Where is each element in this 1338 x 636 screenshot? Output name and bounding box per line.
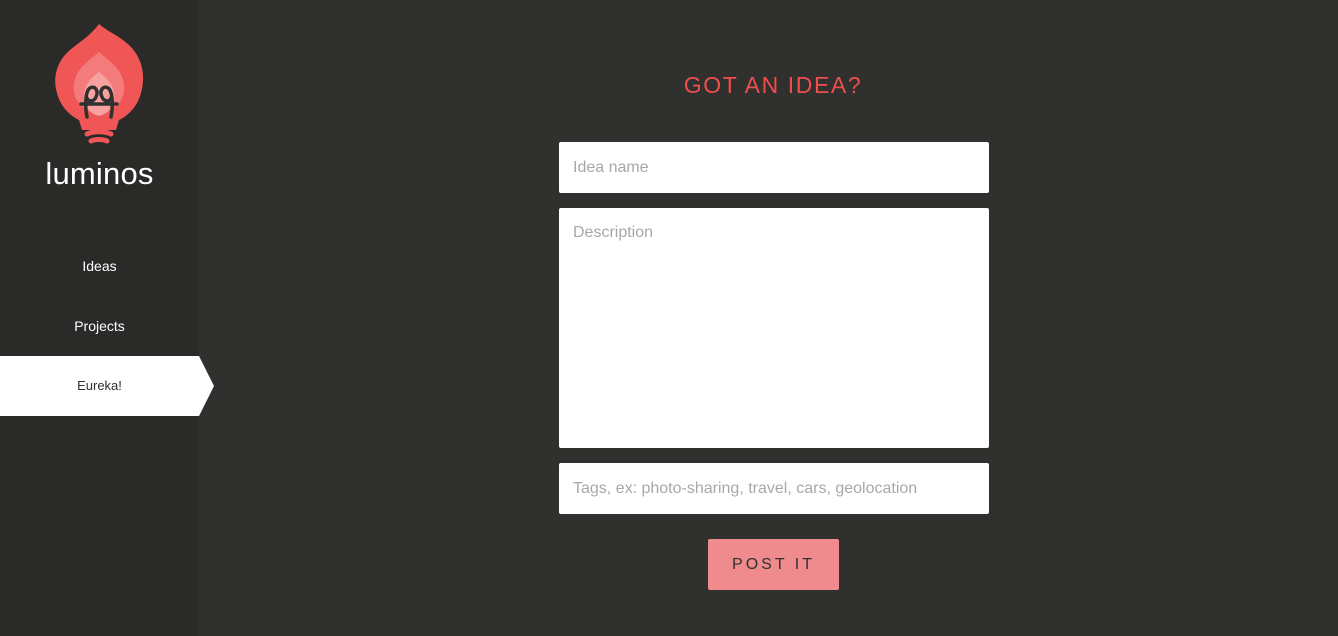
lightbulb-flame-icon (55, 24, 144, 144)
sidebar-item-eureka[interactable]: Eureka! (0, 356, 214, 416)
sidebar: luminos Ideas Projects Eureka! (0, 0, 214, 636)
page-title: GOT AN IDEA? (683, 72, 863, 98)
sidebar-item-projects[interactable]: Projects (0, 296, 199, 356)
idea-form-area: GOT AN IDEA? POST IT (199, 0, 1338, 636)
description-input[interactable] (559, 208, 989, 448)
sidebar-item-ideas[interactable]: Ideas (0, 236, 199, 296)
brand-name: luminos (45, 156, 154, 191)
tags-input[interactable] (559, 463, 989, 514)
idea-name-input[interactable] (559, 142, 989, 193)
sidebar-nav: Ideas Projects Eureka! (0, 236, 214, 416)
post-it-button[interactable]: POST IT (708, 539, 839, 590)
app-root: luminos Ideas Projects Eureka! GOT AN ID… (0, 0, 1338, 636)
